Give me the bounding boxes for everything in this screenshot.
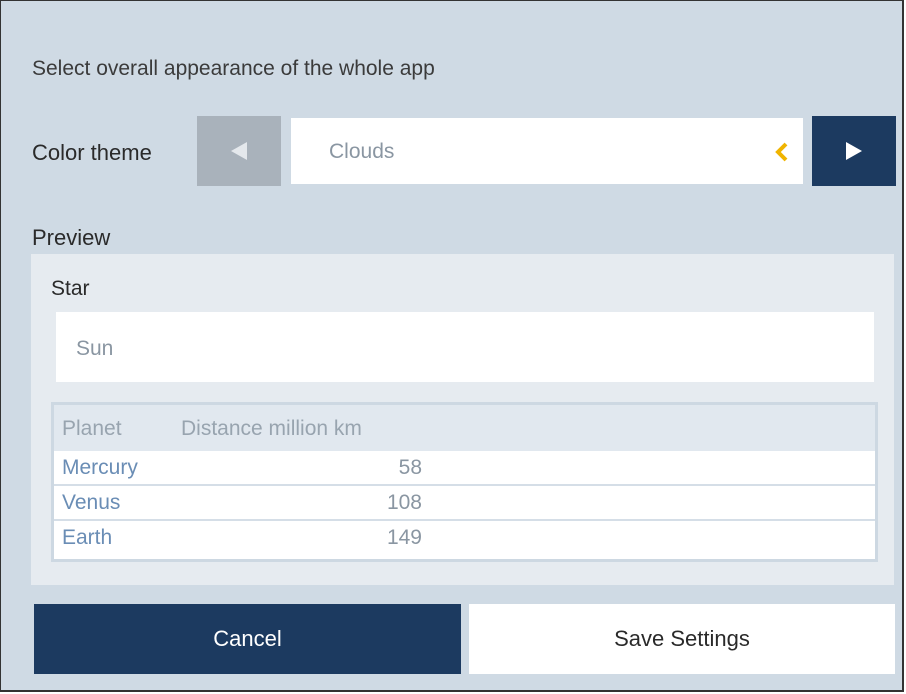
distance-cell: 58 — [398, 456, 422, 479]
planet-cell: Earth — [62, 526, 113, 549]
star-value: Sun — [76, 337, 114, 360]
color-theme-value: Clouds — [329, 140, 395, 163]
triangle-left-icon — [231, 142, 247, 160]
column-header-planet[interactable]: Planet — [62, 417, 122, 441]
planet-cell: Venus — [62, 491, 121, 514]
preview-panel: Star Sun Planet Distance million km Merc… — [31, 254, 894, 585]
distance-cell: 149 — [386, 526, 422, 549]
appearance-settings-dialog: Select overall appearance of the whole a… — [0, 0, 904, 692]
table-row[interactable]: Earth 149 — [54, 521, 875, 556]
next-theme-button[interactable] — [812, 116, 896, 186]
previous-theme-button[interactable] — [197, 116, 281, 186]
column-header-distance[interactable]: Distance million km — [181, 417, 362, 441]
planet-cell: Mercury — [62, 456, 138, 479]
description-text: Select overall appearance of the whole a… — [32, 57, 435, 80]
star-field[interactable]: Sun — [56, 312, 874, 382]
triangle-right-icon — [846, 142, 862, 160]
cancel-button[interactable]: Cancel — [34, 604, 461, 674]
color-theme-field[interactable]: Clouds — [291, 118, 803, 184]
table-row[interactable]: Mercury 58 — [54, 451, 875, 486]
planet-table: Planet Distance million km Mercury 58 Ve… — [51, 402, 878, 562]
table-row[interactable]: Venus 108 — [54, 486, 875, 521]
color-theme-label: Color theme — [32, 140, 152, 165]
distance-cell: 108 — [386, 491, 422, 514]
preview-label: Preview — [32, 225, 111, 250]
chevron-left-icon — [775, 142, 788, 162]
save-settings-button[interactable]: Save Settings — [469, 604, 895, 674]
star-label: Star — [51, 277, 90, 300]
table-header: Planet Distance million km — [54, 405, 875, 451]
